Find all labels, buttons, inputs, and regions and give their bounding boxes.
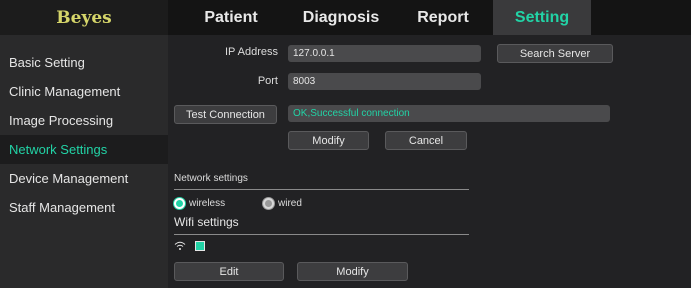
sidebar-item-image-processing[interactable]: Image Processing (0, 106, 168, 135)
test-connection-button[interactable]: Test Connection (174, 105, 277, 124)
sidebar-item-staff-management[interactable]: Staff Management (0, 193, 168, 222)
app-brand: Beyes (0, 0, 168, 35)
connection-status: OK,Successful connection (288, 105, 610, 122)
cancel-button[interactable]: Cancel (385, 131, 467, 150)
tab-setting[interactable]: Setting (493, 0, 591, 35)
radio-wired-label: wired (278, 198, 302, 209)
radio-wireless-indicator[interactable] (174, 198, 185, 209)
sidebar-item-network-settings[interactable]: Network Settings (0, 135, 168, 164)
tab-patient[interactable]: Patient (185, 0, 277, 35)
wifi-edit-button[interactable]: Edit (174, 262, 284, 281)
ip-address-field[interactable]: 127.0.0.1 (288, 45, 481, 62)
radio-wired-indicator[interactable] (263, 198, 274, 209)
sidebar-item-device-management[interactable]: Device Management (0, 164, 168, 193)
wifi-modify-button[interactable]: Modify (297, 262, 408, 281)
sidebar-item-basic-setting[interactable]: Basic Setting (0, 48, 168, 77)
modify-server-button[interactable]: Modify (288, 131, 369, 150)
network-settings-panel: IP Address 127.0.0.1 Search Server Port … (168, 35, 691, 288)
wifi-settings-divider (174, 234, 469, 235)
tab-report[interactable]: Report (398, 0, 488, 35)
port-field[interactable]: 8003 (288, 73, 481, 90)
network-settings-divider (174, 189, 469, 190)
network-settings-title: Network settings (174, 173, 248, 184)
port-label: Port (257, 75, 278, 87)
radio-wired[interactable]: wired (263, 198, 302, 209)
wifi-icon (174, 241, 186, 250)
top-bar: Beyes Patient Diagnosis Report Setting (0, 0, 691, 35)
sidebar-item-clinic-management[interactable]: Clinic Management (0, 77, 168, 106)
radio-wireless-label: wireless (189, 198, 226, 209)
radio-wireless[interactable]: wireless (174, 198, 225, 209)
sidebar: Basic Setting Clinic Management Image Pr… (0, 35, 168, 288)
wifi-settings-title: Wifi settings (174, 215, 239, 229)
tab-diagnosis[interactable]: Diagnosis (285, 0, 397, 35)
wifi-toggle[interactable] (195, 241, 205, 251)
ip-address-label: IP Address (225, 46, 278, 58)
search-server-button[interactable]: Search Server (497, 44, 613, 63)
